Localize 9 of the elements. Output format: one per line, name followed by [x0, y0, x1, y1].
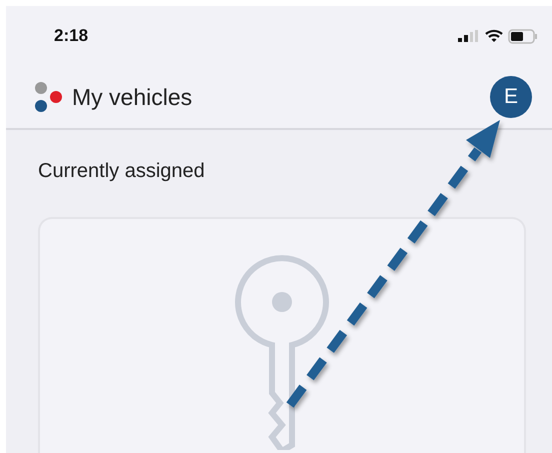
wifi-icon [485, 29, 503, 43]
logo-icon [34, 81, 64, 113]
battery-icon [508, 28, 538, 44]
profile-avatar[interactable]: E [490, 76, 532, 118]
page-title: My vehicles [72, 84, 192, 110]
section-heading: Currently assigned [38, 160, 206, 183]
key-icon [232, 255, 332, 450]
status-time: 2:18 [54, 26, 88, 46]
signal-icon [458, 30, 480, 42]
